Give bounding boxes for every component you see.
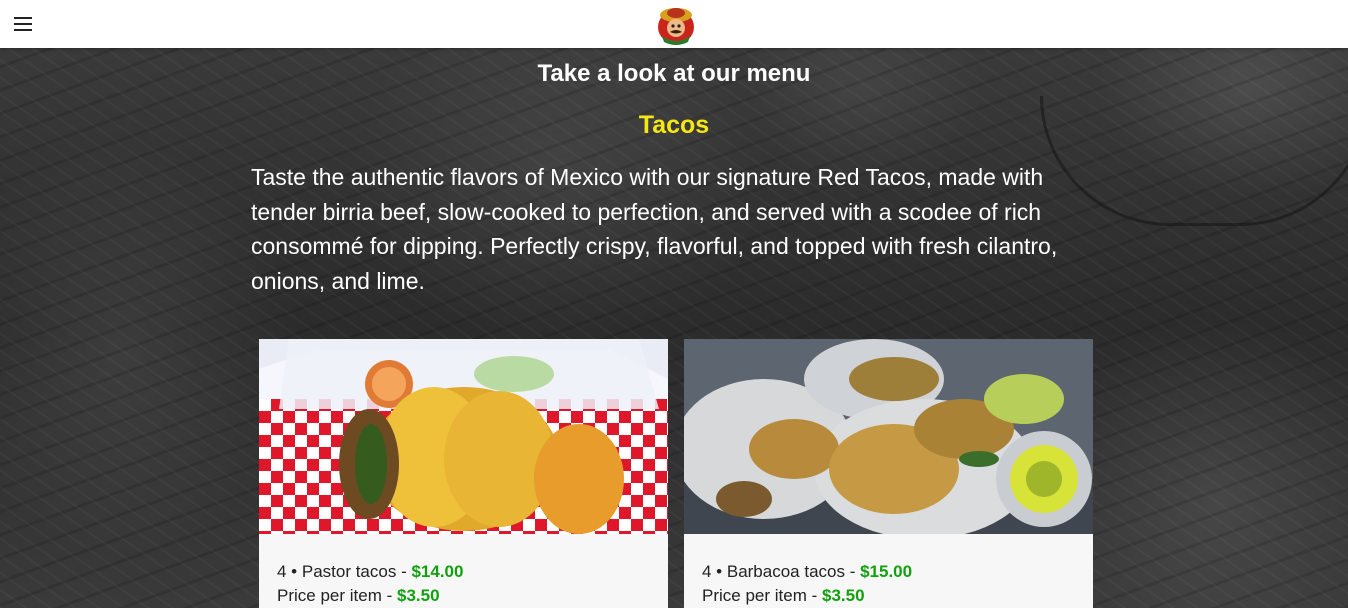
card-text: 4 • Pastor tacos - $14.00 Price per item… — [277, 560, 463, 608]
barbacoa-tacos-photo — [684, 339, 1093, 534]
per-item-label: Price per item - — [277, 586, 397, 605]
item-price: $15.00 — [860, 562, 913, 581]
section-description: Taste the authentic flavors of Mexico wi… — [251, 164, 1058, 294]
menu-card-pastor[interactable]: 4 • Pastor tacos - $14.00 Price per item… — [259, 339, 668, 608]
hamburger-menu-icon[interactable] — [12, 14, 36, 34]
item-name: 4 • Pastor tacos - — [277, 562, 412, 581]
per-item-line: Price per item - $3.50 — [702, 584, 912, 608]
section-title: Tacos — [638, 111, 710, 139]
top-bar — [0, 0, 1348, 48]
item-price: $14.00 — [411, 562, 464, 581]
card-text: 4 • Barbacoa tacos - $15.00 Price per it… — [702, 560, 912, 608]
per-item-price: $3.50 — [396, 586, 440, 605]
per-item-line: Price per item - $3.50 — [277, 584, 463, 608]
menu-card-barbacoa[interactable]: 4 • Barbacoa tacos - $15.00 Price per it… — [684, 339, 1093, 608]
per-item-price: $3.50 — [821, 586, 865, 605]
item-name: 4 • Barbacoa tacos - — [702, 562, 861, 581]
pastor-tacos-photo — [259, 339, 668, 534]
page-heading: Take a look at our menu — [537, 60, 811, 87]
per-item-label: Price per item - — [702, 586, 822, 605]
item-line: 4 • Barbacoa tacos - $15.00 — [702, 560, 912, 584]
restaurant-logo-icon[interactable] — [654, 2, 698, 46]
item-line: 4 • Pastor tacos - $14.00 — [277, 560, 463, 584]
